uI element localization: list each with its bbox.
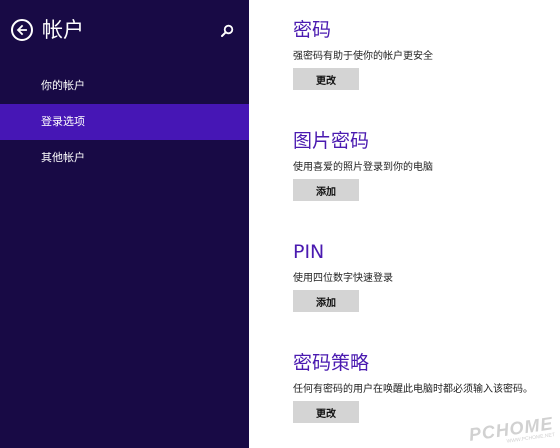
- section-password: 密码 强密码有助于使你的帐户更安全 更改: [293, 18, 433, 90]
- search-icon: [221, 24, 234, 37]
- sidebar-header: 帐户: [0, 0, 249, 60]
- section-title-pin: PIN: [293, 241, 325, 263]
- section-desc-password: 强密码有助于使你的帐户更安全: [293, 51, 433, 62]
- sidebar: 帐户 你的帐户 登录选项 其他帐户: [0, 0, 249, 448]
- pc-settings-window: 帐户 你的帐户 登录选项 其他帐户 密码 强密码有助于使你的帐户更安全 更改 图…: [0, 0, 560, 448]
- section-title-password: 密码: [293, 19, 332, 41]
- section-desc-pin: 使用四位数字快速登录: [293, 273, 393, 284]
- page-title: 帐户: [42, 18, 84, 42]
- sidebar-item-sign-in-options[interactable]: 登录选项: [0, 104, 249, 140]
- change-password-policy-button[interactable]: 更改: [293, 401, 359, 423]
- main-content: 密码 强密码有助于使你的帐户更安全 更改 图片密码 使用喜爱的照片登录到你的电脑…: [249, 0, 560, 448]
- sidebar-item-other-accounts[interactable]: 其他帐户: [0, 140, 249, 176]
- add-picture-password-button[interactable]: 添加: [293, 179, 359, 201]
- back-arrow-icon: [16, 24, 27, 36]
- sidebar-nav: 你的帐户 登录选项 其他帐户: [0, 68, 249, 176]
- search-button[interactable]: [219, 23, 235, 39]
- section-title-password-policy: 密码策略: [293, 352, 370, 374]
- section-desc-password-policy: 任何有密码的用户在唤醒此电脑时都必须输入该密码。: [293, 384, 533, 395]
- back-button[interactable]: [11, 19, 33, 41]
- section-pin: PIN 使用四位数字快速登录 添加: [293, 240, 393, 312]
- section-password-policy: 密码策略 任何有密码的用户在唤醒此电脑时都必须输入该密码。 更改: [293, 351, 533, 423]
- sidebar-item-your-account[interactable]: 你的帐户: [0, 68, 249, 104]
- section-desc-picture-password: 使用喜爱的照片登录到你的电脑: [293, 162, 433, 173]
- section-picture-password: 图片密码 使用喜爱的照片登录到你的电脑 添加: [293, 129, 433, 201]
- add-pin-button[interactable]: 添加: [293, 290, 359, 312]
- section-title-picture-password: 图片密码: [293, 130, 370, 152]
- change-password-button[interactable]: 更改: [293, 68, 359, 90]
